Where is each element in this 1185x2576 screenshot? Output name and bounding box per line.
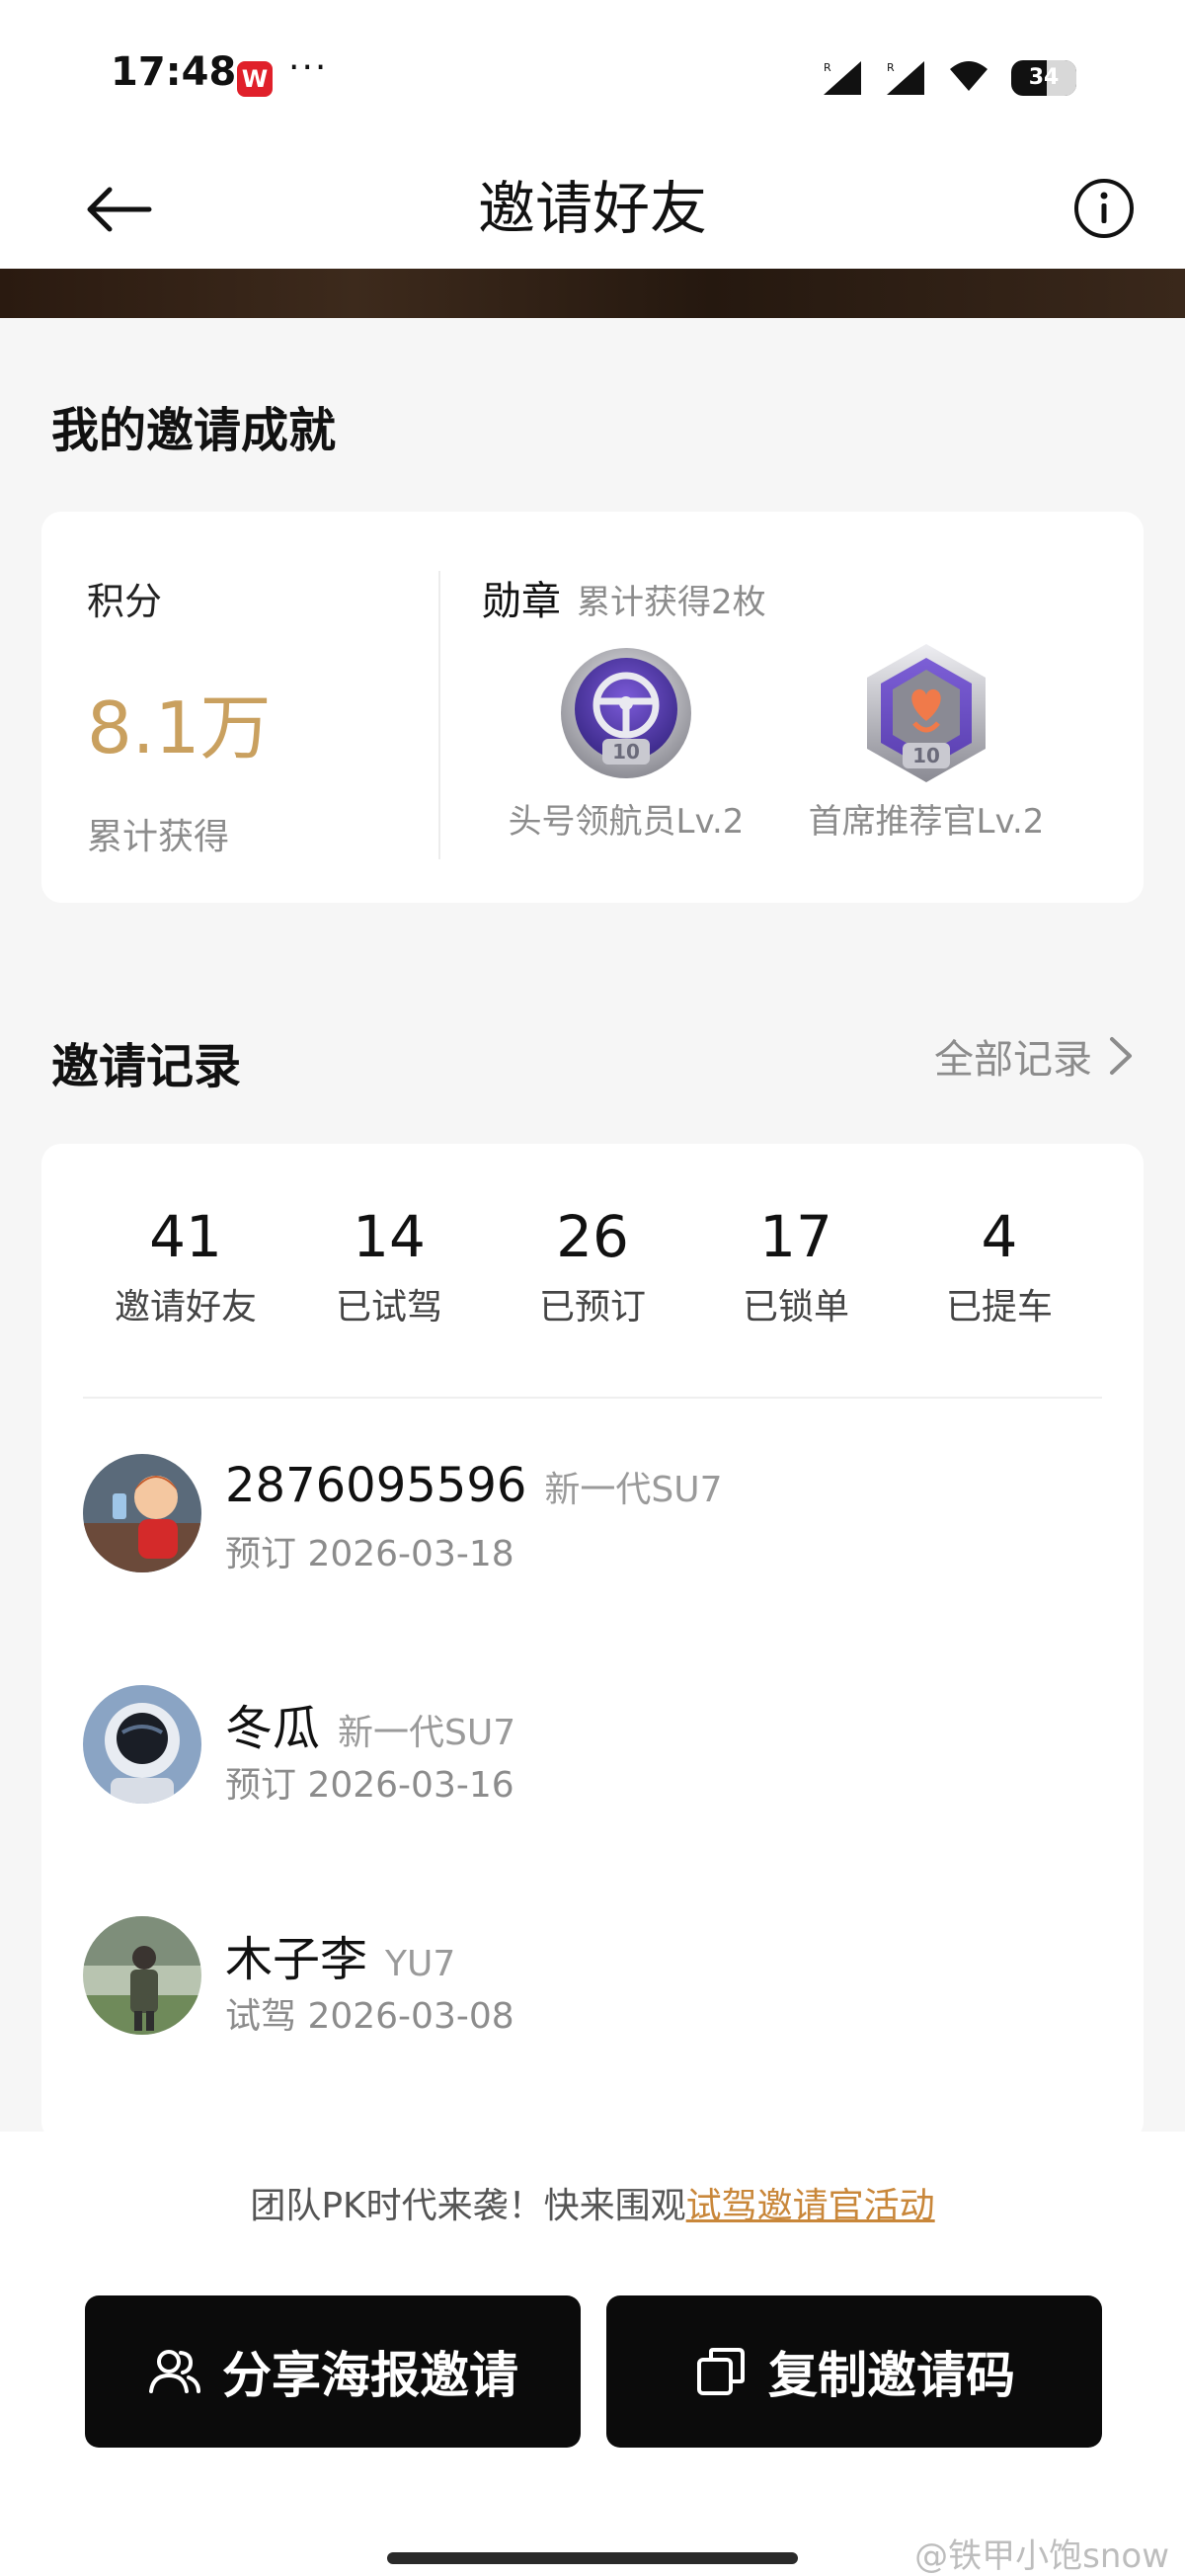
stat-label: 已提车 (945, 1287, 1053, 1328)
record-name-line: 冬瓜 新一代SU7 (225, 1689, 515, 1758)
friend-name: 木子李 (225, 1932, 368, 1987)
more-notifications-icon: ··· (288, 47, 329, 88)
badges-title: 勋章 (482, 579, 561, 624)
battery-icon: 34 (1011, 60, 1076, 96)
signal-icon: R (885, 59, 926, 97)
copy-invite-code-button[interactable]: 复制邀请码 (606, 2295, 1102, 2448)
wifi-icon (948, 57, 989, 99)
avatar (83, 1454, 201, 1572)
badge-level: 10 (912, 744, 940, 767)
divider (438, 571, 440, 859)
stat-label: 已试驾 (335, 1287, 442, 1328)
status-icons: R R 34 (822, 57, 1076, 99)
achievements-card: 积分 8.1万 累计获得 勋章 累计获得2枚 10 头号领航员Lv.2 10 首… (41, 512, 1144, 903)
stat-invited[interactable]: 41 邀请好友 (87, 1203, 284, 1329)
battery-level: 34 (1028, 65, 1060, 90)
divider (83, 1397, 1102, 1399)
page-title: 邀请好友 (477, 175, 707, 242)
info-circle-icon (1074, 179, 1134, 238)
friend-name: 2876095596 (225, 1458, 527, 1513)
all-records-link[interactable]: 全部记录 (934, 1027, 1134, 1085)
stat-number: 41 (149, 1203, 222, 1270)
share-poster-button[interactable]: 分享海报邀请 (85, 2295, 581, 2448)
points-subtitle: 累计获得 (87, 817, 230, 857)
friend-name: 冬瓜 (225, 1701, 321, 1756)
stat-number: 26 (556, 1203, 629, 1270)
badge-level: 10 (612, 740, 640, 764)
stat-test-drive[interactable]: 14 已试驾 (290, 1203, 488, 1329)
share-poster-label: 分享海报邀请 (222, 2347, 518, 2404)
stat-number: 4 (981, 1203, 1018, 1270)
all-records-label: 全部记录 (934, 1037, 1092, 1083)
car-model: 新一代SU7 (338, 1713, 516, 1753)
record-status: 预订 2026-03-18 (225, 1534, 514, 1574)
points-label: 积分 (87, 580, 163, 623)
car-model: 新一代SU7 (544, 1470, 723, 1510)
signal-icon: R (822, 59, 863, 97)
stat-delivered[interactable]: 4 已提车 (901, 1203, 1098, 1329)
heart-badge-icon: 10 (867, 644, 986, 782)
avatar (83, 1685, 201, 1804)
home-indicator[interactable] (387, 2552, 798, 2564)
status-bar: 17:48 W ··· R R 34 (0, 0, 1185, 148)
bottom-action-panel: 团队PK时代来袭！快来围观试驾邀请官活动 分享海报邀请 复制邀请码 @铁甲小饱s… (0, 2132, 1185, 2576)
car-model: YU7 (385, 1944, 456, 1984)
arrow-left-icon (87, 187, 152, 232)
record-name-line: 木子李 YU7 (225, 1920, 455, 1989)
record-status: 预订 2026-03-16 (225, 1765, 514, 1806)
svg-text:R: R (887, 61, 895, 74)
stat-label: 邀请好友 (114, 1287, 257, 1328)
svg-text:R: R (824, 61, 831, 74)
list-item[interactable]: 木子李 YU7 试驾 2026-03-08 (83, 1916, 1102, 2039)
info-button[interactable] (1070, 175, 1138, 242)
promo-message: 团队PK时代来袭！快来围观 (250, 2186, 686, 2226)
promo-activity-link[interactable]: 试驾邀请官活动 (686, 2186, 935, 2226)
status-time: 17:48 (111, 49, 237, 95)
users-icon (149, 2350, 200, 2393)
record-name-line: 2876095596 新一代SU7 (225, 1458, 723, 1513)
watermark: @铁甲小饱snow (914, 2536, 1169, 2576)
copy-icon (697, 2348, 745, 2395)
records-title: 邀请记录 (51, 1039, 242, 1094)
points-value: 8.1万 (87, 686, 272, 769)
promo-text: 团队PK时代来袭！快来围观试驾邀请官活动 (0, 2177, 1185, 2228)
achievements-title: 我的邀请成就 (51, 403, 337, 458)
stat-reserved[interactable]: 26 已预订 (494, 1203, 691, 1329)
stat-label: 已锁单 (742, 1287, 849, 1328)
chevron-right-icon (1110, 1037, 1132, 1075)
record-status: 试驾 2026-03-08 (225, 1996, 514, 2037)
badge-recommender[interactable]: 10 首席推荐官Lv.2 (798, 640, 1055, 843)
stat-number: 14 (353, 1203, 426, 1270)
stat-locked[interactable]: 17 已锁单 (697, 1203, 895, 1329)
nav-bar: 邀请好友 (0, 148, 1185, 269)
badges-count: 累计获得2枚 (577, 583, 766, 622)
list-item[interactable]: 冬瓜 新一代SU7 预订 2026-03-16 (83, 1685, 1102, 1808)
stat-number: 17 (759, 1203, 832, 1270)
banner-image[interactable] (0, 269, 1185, 318)
badge-navigator[interactable]: 10 头号领航员Lv.2 (498, 640, 754, 843)
badge-name: 头号领航员Lv.2 (508, 802, 745, 842)
back-button[interactable] (79, 170, 158, 249)
records-card: 41 邀请好友 14 已试驾 26 已预订 17 已锁单 4 已提车 28760… (41, 1144, 1144, 2141)
list-item[interactable]: 2876095596 新一代SU7 预订 2026-03-18 (83, 1454, 1102, 1576)
copy-invite-code-label: 复制邀请码 (768, 2347, 1015, 2404)
steering-wheel-badge-icon: 10 (561, 648, 691, 778)
avatar (83, 1916, 201, 2035)
stat-label: 已预订 (538, 1287, 646, 1328)
app-notification-icon: W (237, 61, 273, 97)
badge-name: 首席推荐官Lv.2 (808, 802, 1045, 842)
